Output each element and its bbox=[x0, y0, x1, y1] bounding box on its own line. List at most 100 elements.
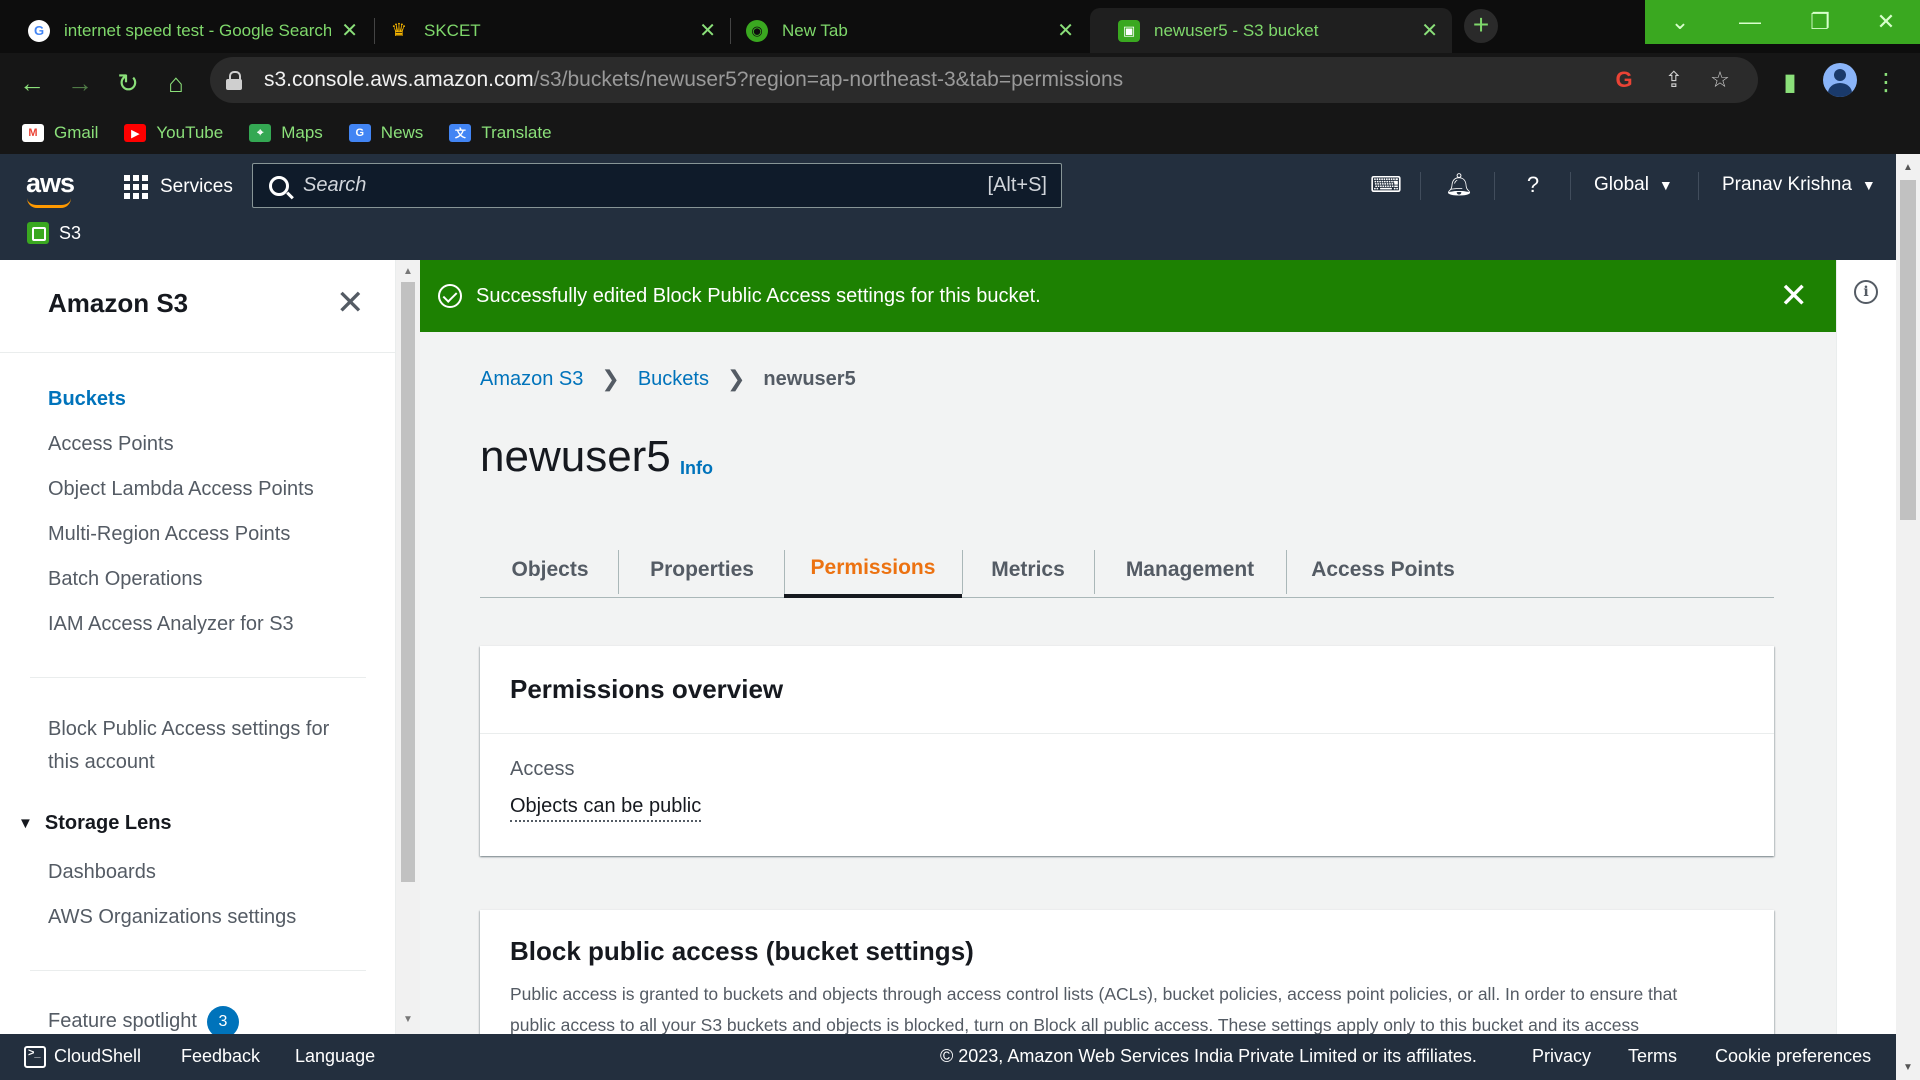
home-button[interactable]: ⌂ bbox=[158, 65, 194, 101]
new-tab-button[interactable]: + bbox=[1464, 9, 1498, 43]
breadcrumb-current: newuser5 bbox=[763, 367, 856, 390]
scrollbar-thumb[interactable] bbox=[401, 282, 415, 882]
scrollbar-thumb[interactable] bbox=[1900, 180, 1916, 520]
browser-tab-skcet[interactable]: ♛ SKCET ✕ bbox=[360, 8, 730, 53]
close-icon[interactable]: ✕ bbox=[1057, 18, 1074, 43]
account-menu[interactable]: Pranav Krishna ▼ bbox=[1722, 174, 1876, 196]
s3-side-navigation: Amazon S3 ✕ Buckets Access Points Object… bbox=[0, 260, 396, 1038]
breadcrumb: Amazon S3 ❯ Buckets ❯ newuser5 bbox=[480, 366, 856, 392]
console-search[interactable]: [Alt+S] bbox=[252, 163, 1062, 208]
scroll-up-arrow-icon[interactable]: ▲ bbox=[403, 266, 413, 277]
sidebar-item-dashboards[interactable]: Dashboards bbox=[48, 856, 156, 889]
forward-button[interactable]: → bbox=[62, 65, 98, 101]
sidebar-item-batch-operations[interactable]: Batch Operations bbox=[48, 563, 203, 596]
s3-service-icon bbox=[27, 222, 49, 244]
help-icon[interactable]: ? bbox=[1518, 170, 1548, 200]
minimize-button[interactable]: — bbox=[1715, 0, 1785, 44]
info-link[interactable]: Info bbox=[680, 458, 713, 479]
tab-properties[interactable]: Properties bbox=[620, 542, 784, 598]
google-lens-icon[interactable]: G bbox=[1610, 66, 1638, 94]
sidebar-section-storage-lens[interactable]: ▼ Storage Lens bbox=[18, 812, 172, 835]
caret-down-icon: ▼ bbox=[1658, 177, 1673, 193]
access-value[interactable]: Objects can be public bbox=[510, 795, 702, 822]
close-window-button[interactable]: ✕ bbox=[1852, 0, 1920, 44]
footer-feedback[interactable]: Feedback bbox=[181, 1046, 260, 1067]
cloudshell-icon[interactable]: ⌨ bbox=[1370, 170, 1402, 200]
divider bbox=[30, 677, 366, 678]
tab-search-button[interactable]: ⌄ bbox=[1645, 0, 1715, 44]
footer-cloudshell[interactable]: CloudShell bbox=[24, 1046, 142, 1069]
profile-avatar[interactable] bbox=[1823, 63, 1857, 97]
url-host: s3.console.aws.amazon.com bbox=[264, 68, 534, 91]
sidebar-item-access-points[interactable]: Access Points bbox=[48, 428, 174, 461]
header-divider bbox=[1494, 172, 1495, 200]
account-name: Pranav Krishna bbox=[1722, 174, 1852, 195]
notifications-bell-icon[interactable]: 🔔︎ bbox=[1444, 170, 1474, 200]
info-icon[interactable]: i bbox=[1854, 280, 1878, 304]
panel-title: Permissions overview bbox=[510, 674, 784, 704]
aws-logo-smile bbox=[27, 198, 71, 208]
tab-metrics[interactable]: Metrics bbox=[962, 542, 1094, 598]
bookmark-youtube[interactable]: ▶ YouTube bbox=[124, 123, 223, 143]
tab-objects[interactable]: Objects bbox=[480, 542, 620, 598]
notification-count-badge: 3 bbox=[206, 1005, 239, 1038]
services-grid-icon bbox=[124, 175, 148, 199]
tab-management[interactable]: Management bbox=[1094, 542, 1286, 598]
sidebar-item-label: Block Public Access settings for bbox=[48, 718, 330, 740]
share-icon[interactable]: ⇪ bbox=[1660, 66, 1688, 94]
back-button[interactable]: ← bbox=[14, 65, 50, 101]
footer-link-label: CloudShell bbox=[54, 1046, 142, 1066]
page-scrollbar[interactable]: ▲ ▼ bbox=[1896, 154, 1920, 1080]
breadcrumb-buckets[interactable]: Buckets bbox=[638, 368, 709, 391]
main-content: Successfully edited Block Public Access … bbox=[420, 260, 1836, 1034]
sidebar-item-buckets[interactable]: Buckets bbox=[48, 383, 126, 416]
tab-permissions[interactable]: Permissions bbox=[784, 542, 962, 598]
sidebar-item-object-lambda-access-points[interactable]: Object Lambda Access Points bbox=[48, 473, 314, 506]
sidebar-item-multi-region-access-points[interactable]: Multi-Region Access Points bbox=[48, 518, 290, 551]
bookmark-gmail[interactable]: M Gmail bbox=[22, 123, 98, 143]
footer-cookie-preferences[interactable]: Cookie preferences bbox=[1715, 1046, 1871, 1067]
bookmark-translate[interactable]: 文 Translate bbox=[449, 123, 552, 143]
close-icon[interactable]: ✕ bbox=[341, 18, 358, 43]
tab-access-points[interactable]: Access Points bbox=[1286, 542, 1480, 598]
close-icon[interactable]: ✕ bbox=[1421, 18, 1438, 43]
bookmark-news[interactable]: G News bbox=[348, 123, 423, 143]
scroll-down-arrow-icon[interactable]: ▼ bbox=[403, 1014, 413, 1025]
reload-button[interactable]: ↻ bbox=[110, 65, 146, 101]
region-selector[interactable]: Global ▼ bbox=[1594, 174, 1673, 196]
close-icon[interactable]: ✕ bbox=[336, 286, 365, 320]
scroll-up-arrow-icon[interactable]: ▲ bbox=[1903, 162, 1913, 173]
aws-logo[interactable]: aws bbox=[26, 168, 75, 199]
search-input[interactable] bbox=[303, 174, 943, 197]
sidebar-item-aws-organizations-settings[interactable]: AWS Organizations settings bbox=[48, 901, 296, 934]
lock-icon bbox=[226, 71, 242, 90]
bookmark-label: Gmail bbox=[54, 123, 99, 142]
services-menu-button[interactable]: Services bbox=[124, 168, 233, 206]
browser-tab-s3[interactable]: ▣ newuser5 - S3 bucket ✕ bbox=[1090, 8, 1452, 53]
close-icon[interactable]: ✕ bbox=[699, 18, 716, 43]
sidebar-item-iam-access-analyzer[interactable]: IAM Access Analyzer for S3 bbox=[48, 608, 294, 641]
bookmark-label: YouTube bbox=[156, 123, 224, 142]
footer-language[interactable]: Language bbox=[295, 1046, 375, 1067]
browser-tab-newtab[interactable]: ◉ New Tab ✕ bbox=[718, 8, 1088, 53]
chevron-right-icon: ❯ bbox=[726, 366, 746, 391]
breadcrumb-amazon-s3[interactable]: Amazon S3 bbox=[480, 368, 583, 391]
sidebar-item-block-public-access[interactable]: Block Public Access settings for this ac… bbox=[48, 713, 329, 779]
url-path: /s3/buckets/newuser5?region=ap-northeast… bbox=[533, 68, 1124, 91]
address-bar[interactable]: s3.console.aws.amazon.com/s3/buckets/new… bbox=[210, 57, 1758, 103]
page-title: newuser5 bbox=[480, 432, 671, 481]
browser-menu-icon[interactable]: ⋮ bbox=[1870, 67, 1902, 99]
side-panel-icon[interactable]: ▮ bbox=[1774, 67, 1806, 99]
bookmark-star-icon[interactable]: ☆ bbox=[1706, 66, 1734, 94]
success-check-icon bbox=[438, 284, 462, 308]
browser-toolbar: ← → ↻ ⌂ s3.console.aws.amazon.com/s3/buc… bbox=[0, 53, 1920, 154]
side-nav-scrollbar[interactable]: ▲ ▼ bbox=[396, 260, 420, 1034]
restore-button[interactable]: ❐ bbox=[1785, 0, 1855, 44]
dismiss-close-icon[interactable]: ✕ bbox=[1780, 279, 1809, 313]
scroll-down-arrow-icon[interactable]: ▼ bbox=[1903, 1062, 1913, 1073]
footer-terms[interactable]: Terms bbox=[1628, 1046, 1677, 1067]
footer-privacy[interactable]: Privacy bbox=[1532, 1046, 1591, 1067]
bookmark-maps[interactable]: ⌖ Maps bbox=[249, 123, 323, 143]
service-shortcut-s3[interactable]: S3 bbox=[27, 222, 81, 244]
browser-tab-google[interactable]: G internet speed test - Google Search ✕ bbox=[0, 8, 372, 53]
